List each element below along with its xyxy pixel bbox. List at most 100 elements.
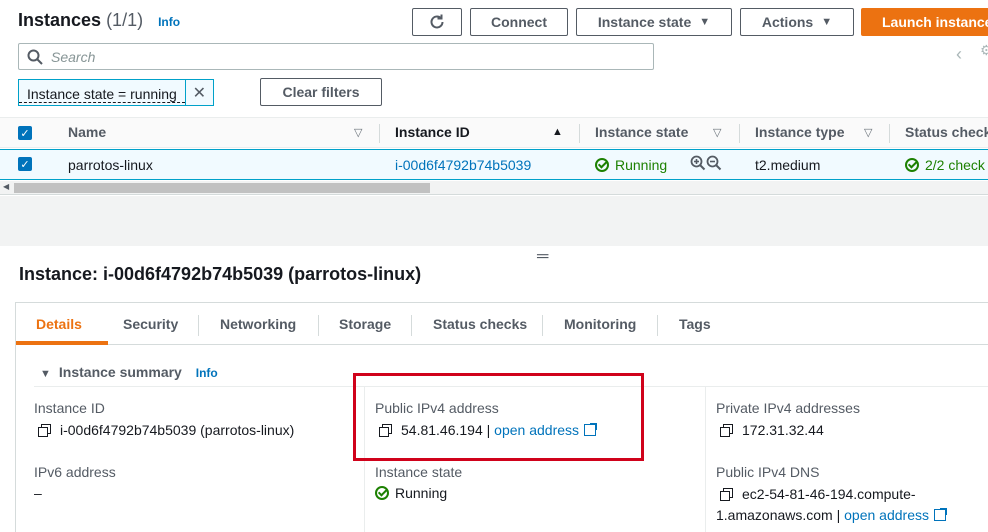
open-address-link-2[interactable]: open address [844, 507, 929, 523]
tab-networking[interactable]: Networking [220, 316, 296, 332]
instance-id-value: i-00d6f4792b74b5039 (parrotos-linux) [38, 422, 294, 438]
instance-state-field-label: Instance state [375, 464, 463, 480]
row-state: Running [595, 157, 667, 173]
empty-table-area [0, 196, 988, 246]
tab-divider [657, 315, 658, 336]
sort-icon[interactable]: ▽ [864, 126, 872, 139]
filter-token[interactable]: Instance state = running ✕ [18, 79, 214, 106]
connect-label: Connect [491, 14, 547, 30]
connect-button[interactable]: Connect [470, 8, 568, 36]
refresh-icon [430, 14, 444, 29]
tab-bar: Details Security Networking Storage Stat… [16, 303, 988, 345]
row-state-text: Running [615, 157, 668, 173]
tab-monitoring[interactable]: Monitoring [564, 316, 636, 332]
sort-icon[interactable]: ▽ [354, 126, 362, 139]
table-header: ✓ Name ▽ Instance ID ▲ Instance state ▽ … [0, 117, 988, 148]
column-instance-type[interactable]: Instance type [755, 124, 844, 140]
clear-filters-button[interactable]: Clear filters [260, 78, 382, 106]
copy-icon[interactable] [720, 488, 733, 501]
success-icon [595, 158, 609, 172]
instance-detail-title: Instance: i-00d6f4792b74b5039 (parrotos-… [19, 264, 422, 284]
tab-storage[interactable]: Storage [339, 316, 391, 332]
public-dns-text-1: ec2-54-81-46-194.compute- [742, 486, 916, 502]
tab-status-checks[interactable]: Status checks [433, 316, 527, 332]
row-status-check: 2/2 check [905, 157, 985, 173]
launch-label: Launch instances [882, 14, 988, 30]
column-divider[interactable] [739, 124, 740, 143]
zoom-out-icon[interactable] [706, 155, 722, 174]
info-link[interactable]: Info [158, 15, 180, 29]
caret-down-icon: ▼ [699, 16, 711, 28]
tab-tags[interactable]: Tags [679, 316, 711, 332]
public-dns-value-line2: 1.amazonaws.com | open address [716, 507, 947, 523]
search-input[interactable]: Search [18, 43, 654, 70]
success-icon [905, 158, 919, 172]
column-divider[interactable] [579, 124, 580, 143]
copy-icon[interactable] [38, 424, 51, 437]
filter-token-label[interactable]: Instance state = running [19, 82, 185, 103]
remove-filter-icon[interactable]: ✕ [184, 80, 213, 105]
refresh-button[interactable] [412, 8, 462, 36]
public-dns-label: Public IPv4 DNS [716, 464, 820, 480]
active-tab-indicator [16, 341, 108, 345]
highlight-box [353, 373, 644, 461]
copy-icon[interactable] [720, 424, 733, 437]
instance-state-label: Instance state [597, 14, 692, 30]
row-name: parrotos-linux [68, 157, 153, 173]
instance-state-text: Running [395, 485, 448, 501]
instance-state-field-value: Running [375, 485, 447, 501]
scrollbar-thumb[interactable] [14, 183, 430, 193]
page-title: Instances (1/1) Info [18, 10, 180, 31]
instance-id-text: i-00d6f4792b74b5039 (parrotos-linux) [60, 422, 295, 438]
column-divider[interactable] [379, 124, 380, 143]
settings-icon[interactable]: ⚙ [980, 42, 988, 59]
public-dns-value-line1: ec2-54-81-46-194.compute- [720, 486, 916, 502]
tab-divider [318, 315, 319, 336]
ipv6-label: IPv6 address [34, 464, 116, 480]
scroll-left-icon[interactable]: ◀ [3, 182, 9, 191]
table-row[interactable]: ✓ parrotos-linux i-00d6f4792b74b5039 Run… [0, 149, 988, 180]
tab-security[interactable]: Security [123, 316, 178, 332]
external-link-icon[interactable] [933, 508, 947, 521]
private-ipv4-label: Private IPv4 addresses [716, 400, 860, 416]
tab-divider [542, 315, 543, 336]
success-icon [375, 486, 389, 500]
tab-divider [411, 315, 412, 336]
prev-page-icon[interactable]: ‹ [956, 44, 962, 65]
resize-handle-icon[interactable]: ═ [537, 248, 548, 266]
row-checkbox[interactable]: ✓ [18, 157, 32, 171]
clear-filters-label: Clear filters [282, 84, 360, 100]
column-instance-id[interactable]: Instance ID [395, 124, 470, 140]
row-instance-type: t2.medium [755, 157, 821, 173]
instance-state-dropdown[interactable]: Instance state ▼ [576, 8, 732, 36]
actions-label: Actions [761, 14, 814, 30]
search-placeholder: Search [51, 48, 96, 65]
caret-down-icon: ▼ [821, 16, 833, 28]
tab-details[interactable]: Details [36, 316, 82, 332]
column-instance-state[interactable]: Instance state [595, 124, 688, 140]
column-divider [705, 387, 706, 532]
launch-instances-button[interactable]: Launch instances [861, 8, 988, 36]
tab-divider [198, 315, 199, 336]
zoom-in-icon[interactable] [690, 155, 706, 174]
instance-id-label: Instance ID [34, 400, 105, 416]
horizontal-scrollbar[interactable]: ◀ [0, 181, 988, 195]
sort-icon[interactable]: ▽ [713, 126, 721, 139]
row-instance-id-link[interactable]: i-00d6f4792b74b5039 [395, 157, 531, 173]
page-title-text: Instances [18, 10, 102, 30]
instance-count: (1/1) [106, 10, 144, 30]
actions-dropdown[interactable]: Actions ▼ [740, 8, 854, 36]
select-all-checkbox[interactable]: ✓ [18, 126, 32, 140]
column-divider[interactable] [889, 124, 890, 143]
summary-info-link[interactable]: Info [196, 366, 218, 380]
row-status-text: 2/2 check [925, 157, 985, 173]
sort-ascending-icon[interactable]: ▲ [552, 126, 563, 138]
column-status-check[interactable]: Status check [905, 124, 988, 140]
instance-summary-header[interactable]: ▼ Instance summary Info [40, 364, 218, 380]
search-icon [27, 49, 43, 65]
private-ipv4-text: 172.31.32.44 [742, 422, 824, 438]
public-dns-text-2: 1.amazonaws.com [716, 507, 833, 523]
separator: | [836, 507, 841, 523]
private-ipv4-value: 172.31.32.44 [720, 422, 824, 438]
column-name[interactable]: Name [68, 124, 106, 140]
